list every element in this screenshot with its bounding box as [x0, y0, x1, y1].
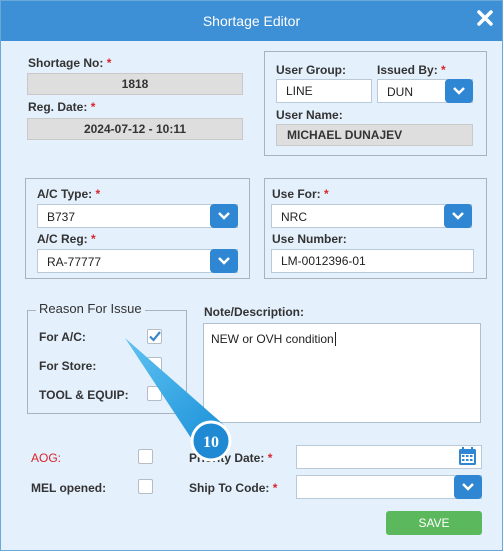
use-for-label: Use For: * [272, 187, 329, 201]
priority-date-label: Priority Date: * [189, 451, 273, 465]
issued-by-select[interactable]: DUN [377, 79, 473, 103]
note-label: Note/Description: [204, 305, 305, 319]
ac-type-select[interactable]: B737 [37, 204, 238, 228]
ac-type-label: A/C Type: * [37, 187, 101, 201]
ac-reg-select[interactable]: RA-77777 [37, 249, 238, 273]
chevron-down-icon[interactable] [444, 204, 472, 228]
user-name-label: User Name: [276, 108, 343, 122]
tool-equip-checkbox[interactable] [147, 386, 162, 401]
priority-date-field[interactable] [296, 445, 482, 469]
issued-by-label: Issued By: * [377, 63, 446, 77]
user-group-label: User Group: [276, 63, 347, 77]
use-number-label: Use Number: [272, 232, 347, 246]
checkmark-icon [149, 331, 161, 342]
save-button[interactable]: SAVE [386, 511, 482, 535]
for-ac-label: For A/C: [39, 330, 86, 344]
for-store-label: For Store: [39, 359, 97, 373]
aog-label: AOG: [31, 451, 62, 465]
user-group-field[interactable]: LINE [276, 79, 372, 103]
user-name-field: MICHAEL DUNAJEV [276, 124, 473, 146]
close-icon[interactable] [476, 9, 494, 27]
calendar-icon[interactable] [453, 446, 481, 468]
shortage-no-field: 1818 [27, 73, 243, 95]
ac-type-value: B737 [47, 210, 76, 224]
ship-to-label: Ship To Code: * [189, 481, 278, 495]
title-bar: Shortage Editor [1, 1, 502, 41]
aog-checkbox[interactable] [138, 449, 153, 464]
tool-equip-label: TOOL & EQUIP: [39, 388, 129, 402]
for-store-checkbox[interactable] [147, 357, 162, 372]
mel-opened-checkbox[interactable] [138, 479, 153, 494]
callout-number: 10 [203, 434, 219, 451]
chevron-down-icon[interactable] [210, 249, 238, 273]
for-ac-checkbox[interactable] [147, 329, 162, 344]
reg-date-label: Reg. Date: * [28, 100, 96, 114]
chevron-down-icon[interactable] [210, 204, 238, 228]
use-for-value: NRC [281, 210, 307, 224]
note-text: NEW or OVH condition [211, 332, 334, 346]
chevron-down-icon[interactable] [445, 79, 473, 103]
dialog-title: Shortage Editor [202, 13, 301, 29]
chevron-down-icon[interactable] [454, 475, 482, 499]
use-for-select[interactable]: NRC [271, 204, 472, 228]
note-textarea[interactable]: NEW or OVH condition [203, 323, 481, 423]
issued-by-value: DUN [387, 85, 413, 99]
reason-legend: Reason For Issue [36, 301, 145, 316]
shortage-no-label: Shortage No: * [28, 56, 112, 70]
ac-reg-value: RA-77777 [47, 255, 102, 269]
mel-opened-label: MEL opened: [31, 481, 107, 495]
ship-to-select[interactable] [296, 475, 482, 499]
reg-date-field: 2024-07-12 - 10:11 [27, 118, 243, 140]
ac-reg-label: A/C Reg: * [37, 232, 96, 246]
use-number-field[interactable]: LM-0012396-01 [271, 249, 474, 273]
shortage-editor-dialog: Shortage Editor Shortage No: * 1818 Reg.… [0, 0, 503, 551]
